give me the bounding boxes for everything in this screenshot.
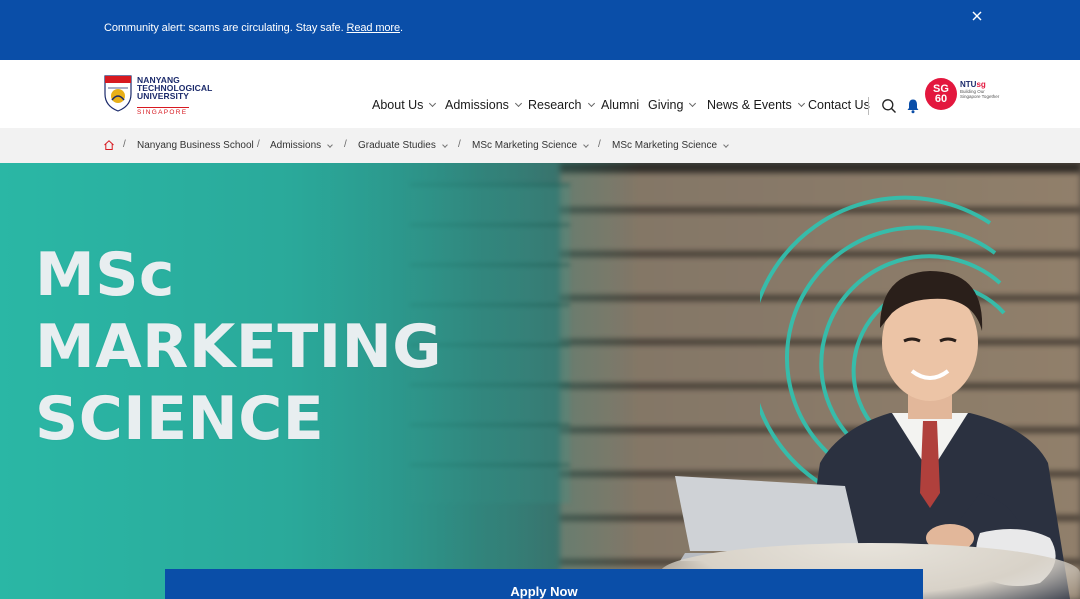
nav-giving-label: Giving <box>648 98 684 112</box>
breadcrumb-separator: / <box>598 139 601 150</box>
logo-singapore: SINGAPORE <box>137 107 189 116</box>
breadcrumb-item-admissions[interactable]: Admissions <box>270 140 333 151</box>
nav-divider <box>868 97 869 115</box>
hero-title-line-2: MARKETING <box>35 312 443 382</box>
ntusg-tagline: Building Our Singapore Together <box>960 89 1000 99</box>
chevron-down-icon <box>689 99 697 108</box>
nav-contact-us[interactable]: Contact Us <box>808 98 870 112</box>
nav-research[interactable]: Research <box>528 98 595 112</box>
chevron-down-icon <box>441 141 448 148</box>
nav-contact-us-label: Contact Us <box>808 98 870 112</box>
nav-research-label: Research <box>528 98 582 112</box>
hero-banner: MSc MARKETING SCIENCE Apply Now <box>0 163 1080 599</box>
breadcrumb: / Nanyang Business School / Admissions /… <box>0 128 1080 163</box>
alert-read-more-link[interactable]: Read more <box>347 22 401 34</box>
nav-admissions[interactable]: Admissions <box>445 98 522 112</box>
sg60-badge[interactable]: SG 60 <box>925 78 957 110</box>
nav-admissions-label: Admissions <box>445 98 509 112</box>
apply-now-button[interactable]: Apply Now <box>165 569 923 599</box>
breadcrumb-label: MSc Marketing Science <box>612 140 718 151</box>
ntusg-ntu: NTU <box>960 80 977 89</box>
chevron-down-icon <box>587 99 595 108</box>
chevron-down-icon <box>583 141 589 148</box>
hero-title-line-3: SCIENCE <box>35 384 325 454</box>
home-icon[interactable] <box>103 139 115 151</box>
close-icon[interactable] <box>968 7 986 25</box>
search-icon[interactable] <box>881 98 897 114</box>
ntusg-sg: sg <box>976 80 986 89</box>
bell-icon[interactable] <box>905 98 921 114</box>
chevron-down-icon <box>797 99 805 108</box>
breadcrumb-label: Nanyang Business School <box>137 140 254 151</box>
breadcrumb-item-msc-1[interactable]: MSc Marketing Science <box>472 140 589 151</box>
chevron-down-icon <box>514 99 522 108</box>
alert-suffix: . <box>400 22 403 34</box>
hero-title: MSc MARKETING SCIENCE <box>35 239 442 455</box>
ntu-logo[interactable]: NANYANG TECHNOLOGICAL UNIVERSITY SINGAPO… <box>103 73 213 116</box>
breadcrumb-separator: / <box>344 139 347 150</box>
breadcrumb-item-msc-2[interactable]: MSc Marketing Science <box>612 140 729 151</box>
sg60-bottom: 60 <box>934 93 948 105</box>
nav-about-us-label: About Us <box>372 98 424 112</box>
nav-news-events-label: News & Events <box>707 98 792 112</box>
hero-title-line-1: MSc <box>35 240 175 310</box>
breadcrumb-item-nbs[interactable]: Nanyang Business School <box>137 140 254 151</box>
alert-text: Community alert: scams are circulating. … <box>104 22 344 34</box>
ntusg-label: NTUsg <box>960 80 986 89</box>
chevron-down-icon <box>429 99 437 108</box>
nav-news-events[interactable]: News & Events <box>707 98 805 112</box>
nav-about-us[interactable]: About Us <box>372 98 437 112</box>
breadcrumb-separator: / <box>123 139 126 150</box>
breadcrumb-separator: / <box>257 139 260 150</box>
alert-message: Community alert: scams are circulating. … <box>104 22 403 34</box>
chevron-down-icon <box>723 141 729 148</box>
breadcrumb-separator: / <box>458 139 461 150</box>
nav-alumni[interactable]: Alumni <box>601 98 639 112</box>
breadcrumb-label: MSc Marketing Science <box>472 140 578 151</box>
nav-giving[interactable]: Giving <box>648 98 697 112</box>
logo-wordmark: NANYANG TECHNOLOGICAL UNIVERSITY <box>137 76 212 101</box>
ntu-crest-icon <box>104 75 132 112</box>
site-header: NANYANG TECHNOLOGICAL UNIVERSITY SINGAPO… <box>0 60 1080 128</box>
breadcrumb-label: Graduate Studies <box>358 140 436 151</box>
nav-alumni-label: Alumni <box>601 98 640 112</box>
logo-line-3: UNIVERSITY <box>137 91 190 101</box>
community-alert-bar: Community alert: scams are circulating. … <box>0 0 1080 60</box>
breadcrumb-item-graduate-studies[interactable]: Graduate Studies <box>358 140 448 151</box>
breadcrumb-label: Admissions <box>270 140 322 151</box>
chevron-down-icon <box>327 141 333 148</box>
